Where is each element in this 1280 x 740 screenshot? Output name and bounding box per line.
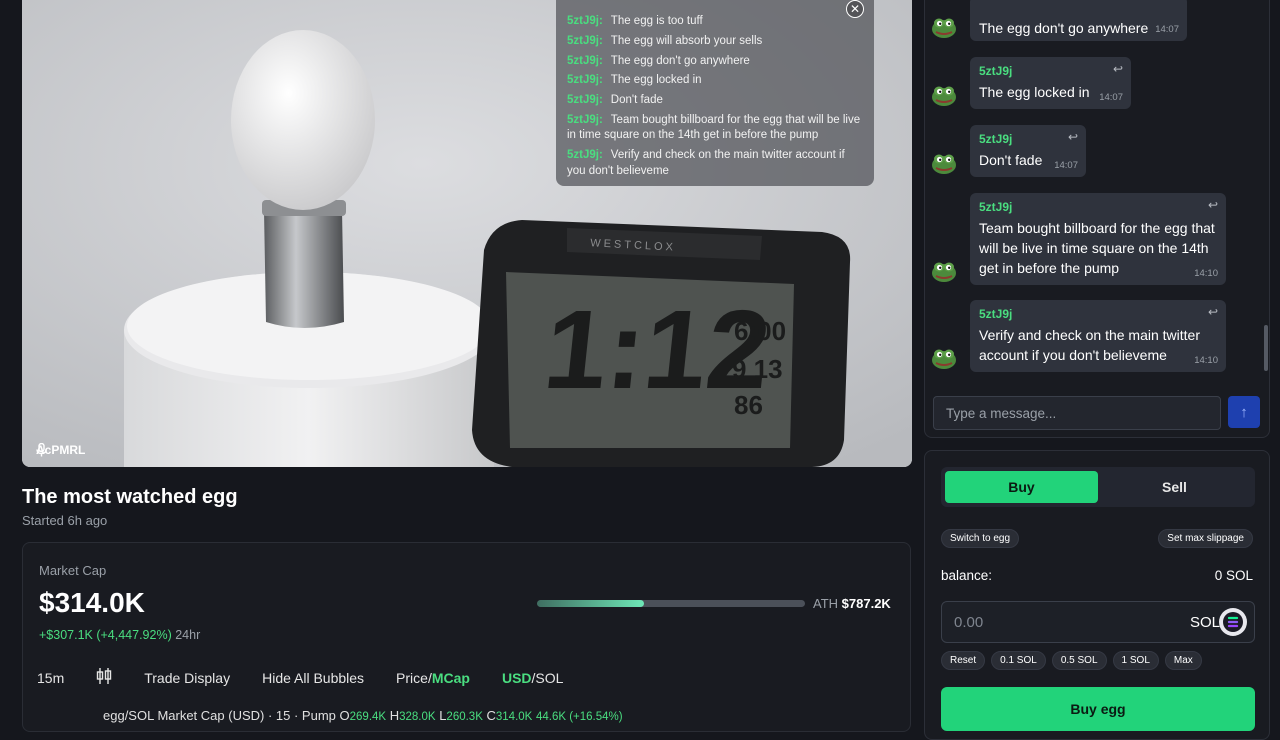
- pepe-avatar-icon: [931, 346, 957, 370]
- reply-icon[interactable]: ↩: [1068, 130, 1078, 144]
- chat-panel: The egg don't go anywhere 14:07 5ztJ9j T…: [924, 0, 1270, 438]
- ath-progress-bar: [537, 600, 805, 607]
- reply-icon[interactable]: ↩: [1208, 198, 1218, 212]
- amount-0-5-sol-button[interactable]: 0.5 SOL: [1051, 651, 1107, 670]
- price-mcap-toggle[interactable]: Price/MCap: [396, 670, 470, 686]
- reply-icon[interactable]: ↩: [1113, 62, 1123, 76]
- buy-button[interactable]: Buy egg: [941, 687, 1255, 731]
- overlay-chat-line: 5ztJ9j: Team bought billboard for the egg…: [567, 113, 861, 142]
- svg-text:6:00: 6:00: [734, 316, 786, 346]
- chat-message: 5ztJ9j The egg locked in 14:07 ↩: [931, 57, 1131, 109]
- chat-bubble: 5ztJ9j Don't fade 14:07 ↩: [970, 125, 1086, 177]
- trade-tabs: Buy Sell: [941, 467, 1255, 507]
- usd-sol-toggle[interactable]: USD/SOL: [502, 670, 563, 686]
- amount-input[interactable]: 0.00 SOL: [941, 601, 1255, 643]
- market-cap-label: Market Cap: [39, 563, 107, 578]
- chat-message: 5ztJ9j Don't fade 14:07 ↩: [931, 125, 1086, 177]
- svg-text:9 13: 9 13: [732, 354, 783, 384]
- chart-toolbar: 15m Trade Display Hide All Bubbles Price…: [37, 667, 595, 688]
- trade-display-button[interactable]: Trade Display: [144, 670, 230, 686]
- amount-value: 0.00: [954, 614, 984, 631]
- switch-token-button[interactable]: Switch to egg: [941, 529, 1020, 548]
- ath-value: ATH $787.2K: [813, 596, 891, 611]
- pepe-avatar-icon: [931, 151, 957, 175]
- balance-label: balance:: [941, 568, 993, 583]
- overlay-chat: 5ztJ9j: The egg is too tuff 5ztJ9j: The eg…: [556, 0, 874, 186]
- candles-icon[interactable]: [96, 667, 112, 688]
- streamer-tag: AcPMRL: [36, 443, 85, 457]
- market-card: Market Cap $314.0K +$307.1K (+4,447.92%)…: [22, 542, 911, 732]
- balance-value: 0 SOL: [1214, 568, 1253, 583]
- quick-amounts: Reset 0.1 SOL 0.5 SOL 1 SOL Max: [941, 651, 1202, 670]
- close-overlay-icon[interactable]: ✕: [846, 0, 864, 18]
- chat-scrollbar[interactable]: [1264, 325, 1268, 371]
- max-button[interactable]: Max: [1164, 651, 1202, 670]
- tab-sell[interactable]: Sell: [1098, 471, 1251, 503]
- overlay-chat-line: 5ztJ9j: The egg don't go anywhere: [567, 54, 750, 67]
- chat-message: The egg don't go anywhere 14:07: [931, 0, 1187, 41]
- reply-icon[interactable]: ↩: [1208, 305, 1218, 319]
- overlay-chat-line: 5ztJ9j: The egg is too tuff: [567, 15, 703, 27]
- hide-bubbles-button[interactable]: Hide All Bubbles: [262, 670, 364, 686]
- overlay-chat-line: 5ztJ9j: Verify and check on the main twit…: [567, 149, 845, 177]
- overlay-chat-line: 5ztJ9j: The egg locked in: [567, 74, 702, 87]
- send-arrow-icon[interactable]: ↑: [1228, 396, 1260, 428]
- chat-bubble: 5ztJ9j Verify and check on the main twit…: [970, 300, 1226, 372]
- amount-1-sol-button[interactable]: 1 SOL: [1112, 651, 1159, 670]
- microphone-icon: [36, 443, 47, 457]
- pepe-avatar-icon: [931, 83, 957, 107]
- solana-icon: [1219, 608, 1247, 636]
- tab-buy[interactable]: Buy: [945, 471, 1098, 503]
- page-title: The most watched egg: [22, 486, 238, 508]
- chat-bubble: 5ztJ9j The egg locked in 14:07 ↩: [970, 57, 1131, 109]
- pepe-avatar-icon: [931, 259, 957, 283]
- overlay-chat-line: 5ztJ9j: The egg will absorb your sells: [567, 34, 763, 47]
- reset-button[interactable]: Reset: [941, 651, 986, 670]
- started-time: Started 6h ago: [22, 513, 108, 528]
- amount-0-1-sol-button[interactable]: 0.1 SOL: [991, 651, 1046, 670]
- chat-bubble: The egg don't go anywhere 14:07: [970, 0, 1187, 41]
- market-cap-change: +$307.1K (+4,447.92%) 24hr: [39, 628, 201, 642]
- max-slippage-button[interactable]: Set max slippage: [1158, 529, 1253, 548]
- stream-video[interactable]: WESTCLOX 1:12 6:00 9 13 86 5ztJ9j: The eg…: [22, 0, 912, 467]
- chat-bubble: 5ztJ9j Team bought billboard for the egg…: [970, 193, 1226, 285]
- amount-currency: SOL: [1189, 614, 1220, 631]
- market-cap-value: $314.0K: [39, 587, 145, 618]
- chat-message: 5ztJ9j Team bought billboard for the egg…: [931, 193, 1226, 285]
- ath-progress-fill: [537, 600, 645, 607]
- chart-title: egg/SOL Market Cap (USD) · 15 · Pump: [103, 708, 336, 723]
- trade-panel: Buy Sell Switch to egg Set max slippage …: [924, 450, 1270, 740]
- overlay-chat-line: 5ztJ9j: Don't fade: [567, 94, 663, 107]
- chart-header: egg/SOL Market Cap (USD) · 15 · Pump O26…: [103, 708, 623, 723]
- interval-selector[interactable]: 15m: [37, 670, 64, 686]
- pepe-avatar-icon: [931, 15, 957, 39]
- chat-message-input[interactable]: [933, 396, 1221, 430]
- chat-message: 5ztJ9j Verify and check on the main twit…: [931, 300, 1226, 372]
- svg-text:86: 86: [734, 390, 763, 420]
